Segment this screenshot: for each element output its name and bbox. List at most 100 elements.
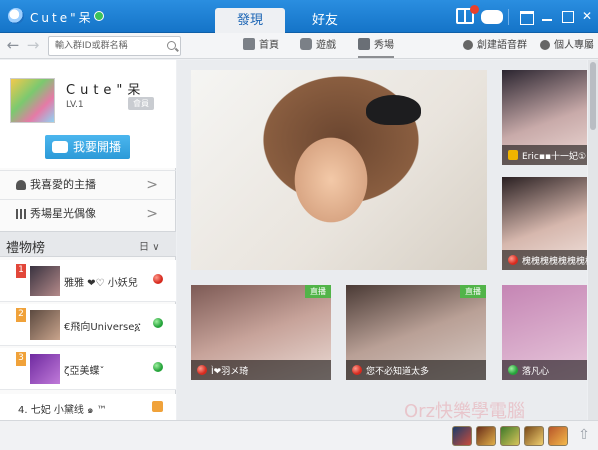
search-box[interactable] <box>48 36 181 56</box>
search-input[interactable] <box>55 39 163 53</box>
tab-friends[interactable]: 好友 <box>300 8 350 33</box>
gamepad-icon <box>300 38 312 50</box>
stream-name: 落凡心 <box>522 367 550 377</box>
minimize-button[interactable] <box>538 7 556 25</box>
stream-caption: Ì❤羽メ琦 <box>191 360 331 380</box>
nav-home[interactable]: 首頁 <box>243 33 279 59</box>
profile-name: Cute"呆 <box>66 83 146 98</box>
gift-ranking-title: 禮物榜 <box>6 241 46 256</box>
rank-badge: 2 <box>16 308 26 322</box>
chevron-right-icon: > <box>146 177 158 193</box>
rank-badge: 3 <box>16 352 26 366</box>
stream-name: Ì❤羽メ琦 <box>211 367 249 377</box>
status-dot-icon <box>153 274 163 284</box>
status-dot-icon <box>352 365 362 375</box>
avatar <box>30 266 60 296</box>
verified-icon <box>94 11 104 21</box>
scrollbar[interactable] <box>588 60 598 420</box>
title-bar: Cute"呆 發現 好友 ✕ <box>0 0 598 33</box>
member-badge[interactable]: 會員 <box>128 97 154 110</box>
group-icon <box>463 40 473 50</box>
personal-exclusive-button[interactable]: 個人專屬 <box>540 33 594 59</box>
status-dot-icon <box>197 365 207 375</box>
title-username[interactable]: Cute"呆 <box>30 9 94 26</box>
forward-arrow-icon[interactable]: → <box>24 36 42 54</box>
sidebar-item-favorite-hosts[interactable]: 我喜愛的主播 > <box>0 170 176 198</box>
stream-name: 您不必知道太多 <box>366 367 430 377</box>
profile-card: Cute"呆 LV.1 會員 我要開播 <box>0 60 176 168</box>
window-menu-button[interactable] <box>517 7 535 25</box>
stream-card[interactable]: 落凡心 <box>502 285 587 380</box>
game-app-icon[interactable] <box>500 426 520 446</box>
scrollbar-thumb[interactable] <box>590 62 596 130</box>
game-app-icon[interactable] <box>548 426 568 446</box>
personal-exclusive-label: 個人專屬 <box>554 40 594 51</box>
game-app-icon[interactable] <box>524 426 544 446</box>
avatar <box>30 310 60 340</box>
featured-image <box>366 95 421 125</box>
level-label: LV.1 <box>66 100 84 110</box>
create-voice-group-button[interactable]: 創建語音群 <box>463 33 527 59</box>
live-badge: 直播 <box>460 285 486 298</box>
status-dot-icon <box>508 255 518 265</box>
maximize-button[interactable] <box>558 7 576 25</box>
bottom-bar: ⇧ <box>0 420 598 450</box>
list-item[interactable]: 3 ζ亞美蝶ˇ <box>0 348 176 390</box>
featured-stream[interactable] <box>191 70 487 270</box>
stream-grid: Eric▪▪十一妃① 槐槐槐槐槐槐槐槐 直播 Ì❤羽メ琦 直播 您不必知道太多 … <box>177 60 587 420</box>
stream-caption: Eric▪▪十一妃① <box>502 145 587 165</box>
period-dropdown[interactable]: 日 ∨ <box>139 238 160 253</box>
list-item[interactable]: 2 €飛向Universe፩ <box>0 304 176 346</box>
notification-badge <box>470 5 479 14</box>
sidebar-item-star-idols[interactable]: 秀場星光偶像 > <box>0 199 176 227</box>
rank-name-text: 七妃 小黛线 ๑ ™ <box>30 405 107 416</box>
crown-icon <box>508 150 518 160</box>
stream-card[interactable]: Eric▪▪十一妃① <box>502 70 587 165</box>
status-dot-icon <box>153 318 163 328</box>
status-dot-icon <box>508 365 518 375</box>
stream-caption: 槐槐槐槐槐槐槐槐 <box>502 250 587 270</box>
rank-name: 雅雅 ❤♡ 小妖兒 <box>64 278 138 289</box>
divider <box>508 9 509 25</box>
home-icon <box>243 38 255 50</box>
back-arrow-icon[interactable]: ← <box>4 36 22 54</box>
list-item[interactable]: 1 雅雅 ❤♡ 小妖兒 <box>0 260 176 302</box>
camera-icon <box>52 141 68 153</box>
close-button[interactable]: ✕ <box>578 7 596 25</box>
rank-name: €飛向Universe፩ <box>64 322 141 333</box>
chevron-right-icon: > <box>146 206 158 222</box>
sidebar: Cute"呆 LV.1 會員 我要開播 我喜愛的主播 > 秀場星光偶像 > 禮物… <box>0 60 176 420</box>
search-icon[interactable] <box>167 41 176 50</box>
tab-discover[interactable]: 發現 <box>215 8 285 33</box>
nav-show[interactable]: 秀場 <box>358 33 394 58</box>
game-app-icon[interactable] <box>476 426 496 446</box>
gamepad-icon[interactable] <box>481 10 503 24</box>
person-icon <box>16 180 26 190</box>
crown-icon <box>152 401 163 412</box>
start-broadcast-button[interactable]: 我要開播 <box>45 135 130 159</box>
create-voice-group-label: 創建語音群 <box>477 40 527 51</box>
stream-card[interactable]: 槐槐槐槐槐槐槐槐 <box>502 177 587 270</box>
stream-name: Eric▪▪十一妃① <box>522 152 587 162</box>
upload-icon[interactable]: ⇧ <box>576 427 592 443</box>
stream-card[interactable]: 直播 Ì❤羽メ琦 <box>191 285 331 380</box>
game-app-icon[interactable] <box>452 426 472 446</box>
live-badge: 直播 <box>305 285 331 298</box>
nav-games[interactable]: 遊戲 <box>300 33 336 59</box>
rank-name: ζ亞美蝶ˇ <box>64 366 105 377</box>
bar-chart-icon <box>16 209 26 219</box>
toolbar: ← → 首頁 遊戲 秀場 創建語音群 個人專屬 <box>0 33 598 59</box>
status-dot-icon <box>153 362 163 372</box>
rank-name: 4. 七妃 小黛线 ๑ ™ <box>18 401 107 418</box>
nav-home-label: 首頁 <box>259 40 279 51</box>
list-item[interactable]: 4. 七妃 小黛线 ๑ ™ <box>0 394 176 420</box>
sidebar-item-label: 秀場星光偶像 <box>30 207 96 220</box>
nav-games-label: 遊戲 <box>316 40 336 51</box>
stream-card[interactable]: 直播 您不必知道太多 <box>346 285 486 380</box>
sidebar-item-label: 我喜愛的主播 <box>30 178 96 191</box>
avatar <box>30 354 60 384</box>
avatar[interactable] <box>10 78 55 123</box>
stream-caption: 您不必知道太多 <box>346 360 486 380</box>
period-label: 日 <box>139 242 149 253</box>
gift-ranking-header: 禮物榜 日 ∨ <box>0 231 176 257</box>
